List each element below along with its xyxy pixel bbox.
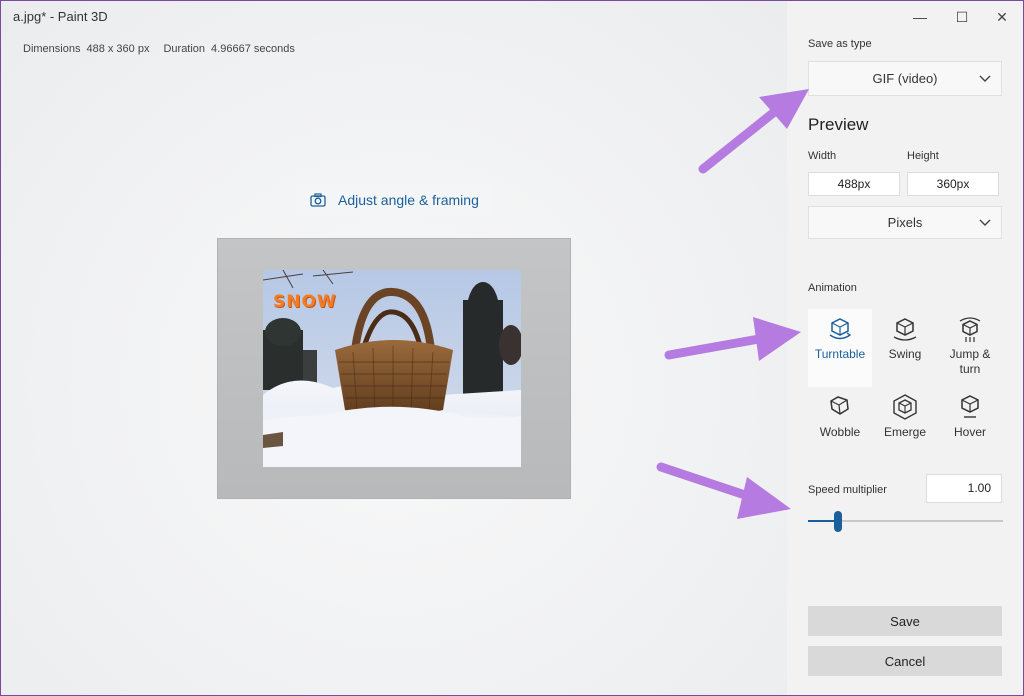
close-button[interactable]: ✕ — [992, 7, 1012, 27]
speed-multiplier-label: Speed multiplier — [808, 484, 887, 496]
animation-option-label: Emerge — [883, 425, 927, 439]
animation-option-label: Turntable — [814, 347, 866, 361]
speed-slider-thumb[interactable] — [834, 511, 842, 532]
speed-multiplier-input[interactable]: 1.00 — [926, 474, 1002, 503]
animation-option-swing[interactable]: Swing — [873, 309, 937, 387]
height-label: Height — [907, 150, 939, 162]
save-as-type-dropdown[interactable]: GIF (video) — [808, 61, 1002, 96]
duration-info: Duration 4.96667 seconds — [163, 43, 294, 55]
animation-option-jump-turn[interactable]: Jump & turn — [938, 309, 1002, 387]
export-panel: — ☐ ✕ Save as type GIF (video) Preview W… — [787, 1, 1023, 695]
preview-photo: SNOW — [263, 270, 521, 467]
canvas-area: a.jpg* - Paint 3D Dimensions 488 x 360 p… — [1, 1, 787, 695]
save-button[interactable]: Save — [808, 606, 1002, 636]
paint3d-window: a.jpg* - Paint 3D Dimensions 488 x 360 p… — [0, 0, 1024, 696]
width-input[interactable]: 488px — [808, 172, 900, 196]
camera-icon — [310, 193, 326, 207]
duration-label: Duration — [163, 43, 206, 55]
jump-turn-icon — [959, 317, 981, 342]
animation-option-wobble[interactable]: Wobble — [808, 387, 872, 465]
save-as-type-value: GIF (video) — [872, 71, 938, 86]
duration-value: 4.96667 seconds — [211, 43, 295, 55]
swing-icon — [893, 318, 917, 341]
animation-option-emerge[interactable]: Emerge — [873, 387, 937, 465]
animation-label: Animation — [808, 282, 857, 294]
animation-option-label: Wobble — [819, 425, 861, 439]
dimensions-label: Dimensions — [23, 43, 81, 55]
chevron-down-icon — [979, 75, 991, 82]
hover-icon — [961, 395, 979, 418]
window-title: a.jpg* - Paint 3D — [13, 9, 108, 24]
adjust-angle-framing-button[interactable]: Adjust angle & framing — [296, 184, 491, 216]
animation-option-label: Hover — [953, 425, 986, 439]
adjust-angle-framing-label: Adjust angle & framing — [338, 192, 479, 208]
animation-option-hover[interactable]: Hover — [938, 387, 1002, 465]
dimensions-value: 488 x 360 px — [86, 43, 150, 55]
height-input[interactable]: 360px — [907, 172, 999, 196]
dimensions-info: Dimensions 488 x 360 px — [23, 43, 149, 55]
minimize-button[interactable]: — — [910, 7, 930, 27]
wobble-icon — [830, 396, 849, 415]
maximize-button[interactable]: ☐ — [952, 7, 972, 27]
animation-option-turntable[interactable]: Turntable — [808, 309, 872, 387]
save-as-type-label: Save as type — [808, 38, 872, 50]
chevron-down-icon — [979, 219, 991, 226]
units-value: Pixels — [887, 215, 923, 230]
preview-heading: Preview — [808, 115, 869, 134]
units-dropdown[interactable]: Pixels — [808, 206, 1002, 239]
width-label: Width — [808, 150, 837, 162]
snow-text-overlay: SNOW — [273, 292, 337, 312]
cancel-button[interactable]: Cancel — [808, 646, 1002, 676]
animation-option-label: Swing — [888, 347, 922, 361]
animation-option-label: Jump & turn — [949, 347, 991, 376]
emerge-icon — [893, 394, 917, 420]
turntable-icon — [829, 318, 852, 340]
image-meta: Dimensions 488 x 360 px Duration 4.96667… — [23, 43, 295, 55]
